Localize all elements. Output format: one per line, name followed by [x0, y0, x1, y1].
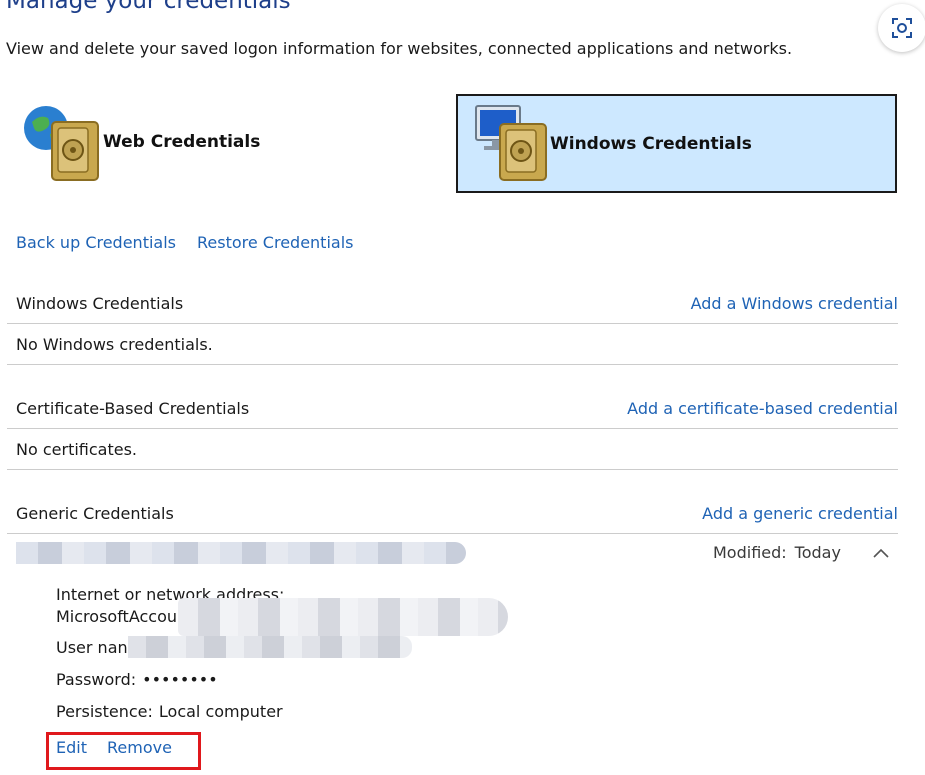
divider — [7, 323, 898, 324]
address-redacted — [178, 598, 508, 636]
divider — [7, 533, 898, 534]
modified-value: Today — [794, 543, 841, 562]
divider — [7, 364, 898, 365]
certificate-credentials-section-title: Certificate-Based Credentials — [16, 399, 250, 418]
web-credentials-label: Web Credentials — [103, 132, 261, 152]
page-subtitle: View and delete your saved logon informa… — [6, 39, 793, 58]
persistence-row: Persistence: Local computer — [56, 702, 283, 721]
modified-info: Modified: Today — [713, 543, 841, 562]
chevron-up-icon[interactable] — [872, 547, 890, 559]
add-certificate-credential-link[interactable]: Add a certificate-based credential — [627, 399, 898, 418]
globe-vault-icon — [24, 106, 99, 181]
password-label: Password: — [56, 670, 137, 689]
monitor-vault-icon — [475, 105, 547, 181]
restore-credentials-link[interactable]: Restore Credentials — [197, 233, 353, 252]
certificates-empty: No certificates. — [16, 440, 137, 459]
password-value: •••••••• — [142, 670, 218, 689]
screen-capture-icon — [892, 18, 912, 38]
windows-credentials-empty: No Windows credentials. — [16, 335, 213, 354]
username-redacted — [128, 636, 412, 658]
windows-credentials-label: Windows Credentials — [550, 134, 752, 154]
add-windows-credential-link[interactable]: Add a Windows credential — [691, 294, 898, 313]
username-label: User nan — [56, 638, 128, 657]
address-value: MicrosoftAccou — [56, 607, 177, 626]
credential-name-redacted[interactable] — [16, 542, 466, 564]
persistence-label: Persistence: — [56, 702, 153, 721]
edit-credential-link[interactable]: Edit — [56, 738, 87, 757]
screen-capture-button[interactable] — [878, 4, 925, 52]
password-row: Password: •••••••• — [56, 670, 218, 689]
windows-credentials-section-title: Windows Credentials — [16, 294, 184, 313]
modified-label: Modified: — [713, 543, 787, 562]
page-title: Manage your credentials — [6, 0, 291, 14]
divider — [7, 428, 898, 429]
add-generic-credential-link[interactable]: Add a generic credential — [702, 504, 898, 523]
persistence-value: Local computer — [158, 702, 283, 721]
web-credentials-tile[interactable]: Web Credentials — [22, 104, 322, 184]
divider — [7, 469, 898, 470]
windows-credentials-tile[interactable]: Windows Credentials — [456, 94, 897, 193]
backup-credentials-link[interactable]: Back up Credentials — [16, 233, 176, 252]
generic-credentials-section-title: Generic Credentials — [16, 504, 174, 523]
remove-credential-link[interactable]: Remove — [107, 738, 172, 757]
